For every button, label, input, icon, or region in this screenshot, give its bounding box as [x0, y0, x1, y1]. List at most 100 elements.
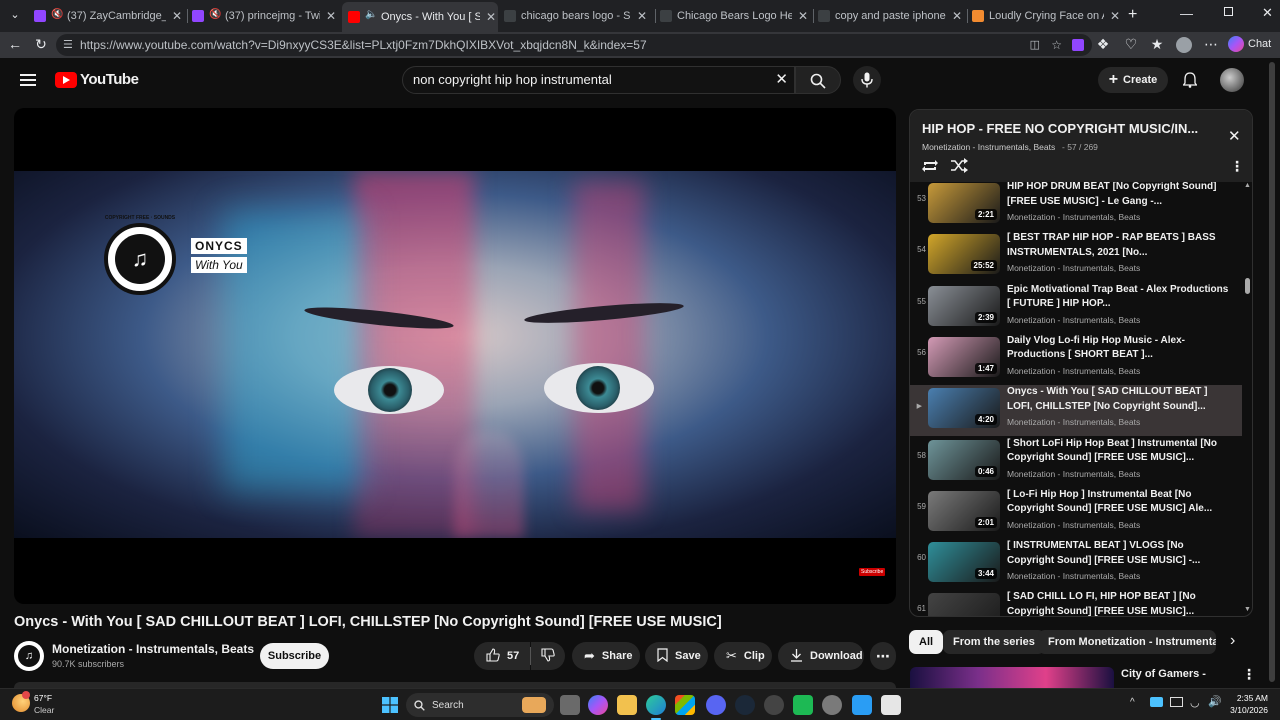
playlist-title[interactable]: HIP HOP - FREE NO COPYRIGHT MUSIC/IN... [922, 121, 1198, 136]
weather-desc[interactable]: Clear [34, 705, 54, 715]
favorites-icon[interactable]: ★ [1148, 36, 1166, 53]
video-frame[interactable]: ♫ COPYRIGHT FREE · SOUNDS ONYCS With You [14, 171, 896, 538]
browser-tab-6[interactable]: copy and paste iphone emoji ✕ [818, 4, 964, 28]
playlist-item-thumbnail[interactable]: 0:46 [928, 439, 1000, 480]
network-icon[interactable] [1150, 697, 1163, 707]
speaker-icon[interactable]: 🔈 [365, 9, 377, 20]
close-tab-icon[interactable]: ✕ [950, 9, 964, 23]
playlist-item-thumbnail[interactable]: 3:44 [928, 542, 1000, 583]
playlist-item-title[interactable]: Epic Motivational Trap Beat - Alex Produ… [1007, 283, 1232, 312]
close-tab-icon[interactable]: ✕ [170, 9, 184, 23]
scroll-down-arrow-icon[interactable]: ▼ [1244, 606, 1251, 613]
taskbar-search-box[interactable]: Search [406, 693, 554, 717]
app-green-icon[interactable] [793, 695, 813, 715]
playlist-item[interactable]: 55 2:39 Epic Motivational Trap Beat - Alex… [910, 283, 1242, 334]
playlist-item-thumbnail[interactable]: 2:01 [928, 490, 1000, 531]
wifi-icon[interactable]: ◡ [1190, 696, 1200, 709]
close-tab-icon[interactable]: ✕ [635, 9, 649, 23]
playlist-item-channel[interactable]: Monetization - Instrumentals, Beats [1007, 366, 1140, 376]
playlist-item[interactable]: 60 3:44 [ INSTRUMENTAL BEAT ] VLOGS [No Co… [910, 539, 1242, 590]
steam-icon[interactable] [735, 695, 755, 715]
playlist-item-title[interactable]: [ BEST TRAP HIP HOP - RAP BEATS ] BASS I… [1007, 231, 1232, 260]
create-button[interactable]: + Create [1098, 67, 1168, 93]
youtube-logo[interactable]: YouTube [55, 71, 139, 88]
restore-window-button[interactable] [1224, 7, 1233, 16]
clock-time[interactable]: 2:35 AM [1236, 693, 1268, 703]
channel-name[interactable]: Monetization - Instrumentals, Beats [52, 642, 254, 656]
tray-overflow-icon[interactable]: ^ [1130, 697, 1135, 708]
close-tab-icon[interactable]: ✕ [484, 10, 498, 24]
playlist-item[interactable]: 59 2:01 [ Lo-Fi Hip Hop ] Instrumental Bea… [910, 488, 1242, 539]
profile-avatar[interactable] [1176, 37, 1192, 53]
browser-tab-7[interactable]: Loudly Crying Face on Ap ✕ [972, 4, 1122, 28]
copilot-chat-button[interactable]: Chat [1228, 36, 1271, 52]
playlist-item[interactable]: 53 2:21 HIP HOP DRUM BEAT [No Copyright So… [910, 182, 1242, 231]
twitch-extension-icon[interactable] [1072, 39, 1084, 51]
edge-browser-icon[interactable] [646, 695, 666, 715]
playlist-scrollbar-thumb[interactable] [1245, 278, 1250, 294]
scroll-up-arrow-icon[interactable]: ▲ [1244, 182, 1251, 189]
subscribe-overlay-button[interactable]: Subscribe [859, 568, 886, 576]
browser-tab-1[interactable]: 🔇 (37) ZayCambridge_ - Tw ✕ [34, 4, 184, 28]
playlist-item[interactable]: 56 1:47 Daily Vlog Lo-fi Hip Hop Music - A… [910, 334, 1242, 385]
weather-temp[interactable]: 67°F [34, 693, 52, 703]
playlist-item-title[interactable]: [ INSTRUMENTAL BEAT ] VLOGS [No Copyrigh… [1007, 539, 1232, 568]
playlist-item-channel[interactable]: Monetization - Instrumentals, Beats [1007, 571, 1140, 581]
minimize-window-button[interactable]: — [1180, 6, 1193, 21]
playlist-item-channel[interactable]: Monetization - Instrumentals, Beats [1007, 417, 1140, 427]
reload-icon[interactable]: ↻ [32, 36, 50, 53]
playlist-more-icon[interactable]: ⋮ [1230, 158, 1244, 175]
recommended-title[interactable]: City of Gamers - [1121, 668, 1206, 680]
chips-next-arrow-icon[interactable]: › [1230, 632, 1235, 650]
browser-tab-5[interactable]: Chicago Bears Logo Head Tra ✕ [660, 4, 810, 28]
chip-all[interactable]: All [909, 630, 944, 654]
app-teal-icon[interactable] [852, 695, 872, 715]
app-dark-icon[interactable] [881, 695, 901, 715]
close-tab-icon[interactable]: ✕ [796, 9, 810, 23]
more-menu-icon[interactable]: ⋯ [1202, 36, 1220, 53]
new-tab-button[interactable]: + [1128, 6, 1137, 24]
playlist-item-title[interactable]: HIP HOP DRUM BEAT [No Copyright Sound] [… [1007, 182, 1232, 209]
account-avatar[interactable] [1220, 68, 1244, 92]
page-scrollbar-thumb[interactable] [1269, 62, 1275, 682]
microsoft-store-icon[interactable] [675, 695, 695, 715]
playlist-channel[interactable]: Monetization - Instrumentals, Beats [922, 142, 1055, 152]
playlist-scrollbar[interactable]: ▲ ▼ [1243, 182, 1252, 616]
playlist-item[interactable]: 58 0:46 [ Short LoFi Hip Hop Beat ] Instru… [910, 437, 1242, 488]
github-icon[interactable] [764, 695, 784, 715]
muted-speaker-icon[interactable]: 🔇 [209, 9, 221, 20]
playlist-item-channel[interactable]: Monetization - Instrumentals, Beats [1007, 315, 1140, 325]
download-button[interactable]: Download [778, 642, 864, 670]
search-input[interactable]: non copyright hip hop instrumental ✕ [402, 66, 795, 94]
task-view-icon[interactable] [560, 695, 580, 715]
close-window-button[interactable]: ✕ [1262, 5, 1273, 21]
playlist-item-current[interactable]: ▶ 4:20 Onycs - With You [ SAD CHILLOUT BEA… [910, 385, 1242, 437]
like-button[interactable]: 57 [474, 642, 530, 670]
notifications-bell-icon[interactable] [1180, 70, 1200, 90]
playlist-item-channel[interactable]: Monetization - Instrumentals, Beats [1007, 263, 1140, 273]
clip-button[interactable]: ✂ Clip [714, 642, 772, 670]
playlist-item-title[interactable]: Onycs - With You [ SAD CHILLOUT BEAT ] L… [1007, 385, 1232, 414]
playlist-item[interactable]: 54 25:52 [ BEST TRAP HIP HOP - RAP BEATS ]… [910, 231, 1242, 282]
start-windows-icon[interactable] [382, 697, 398, 713]
playlist-item-channel[interactable]: Monetization - Instrumentals, Beats [1007, 212, 1140, 222]
recommended-more-icon[interactable]: ⋮ [1242, 666, 1256, 683]
dislike-button[interactable] [531, 642, 565, 670]
playlist-item-thumbnail[interactable]: 4:20 [928, 388, 1000, 429]
copilot-app-icon[interactable] [588, 695, 608, 715]
muted-speaker-icon[interactable]: 🔇 [51, 9, 63, 20]
playlist-item-thumbnail[interactable]: 2:39 [928, 285, 1000, 326]
close-tab-icon[interactable]: ✕ [1108, 9, 1122, 23]
settings-gear-icon[interactable] [822, 695, 842, 715]
menu-icon[interactable] [18, 70, 38, 90]
back-arrow-icon[interactable]: ← [6, 36, 24, 52]
playlist-item-title[interactable]: [ SAD CHILL LO FI, HIP HOP BEAT ] [No Co… [1007, 590, 1232, 616]
split-screen-icon[interactable]: ◫ [1030, 34, 1040, 56]
channel-avatar[interactable]: ♫ [14, 641, 44, 671]
discord-icon[interactable] [706, 695, 726, 715]
shuffle-icon[interactable] [950, 158, 968, 179]
tab-list-chevron-icon[interactable]: ⌄ [8, 8, 22, 22]
playlist-item-thumbnail[interactable]: 2:59 [928, 593, 1000, 616]
favorite-star-icon[interactable]: ☆ [1051, 34, 1062, 56]
playlist-item-channel[interactable]: Monetization - Instrumentals, Beats [1007, 520, 1140, 530]
